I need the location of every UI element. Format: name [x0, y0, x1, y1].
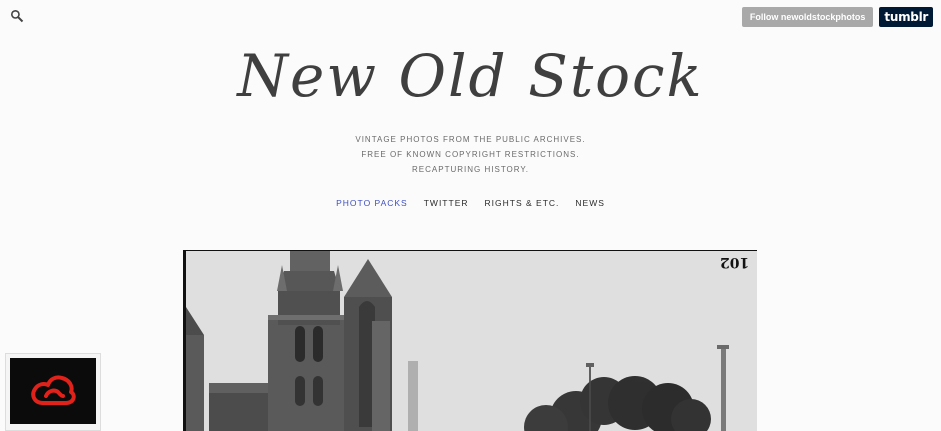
- adobe-creative-cloud-icon: [31, 375, 76, 405]
- tagline-line-3: RECAPTURING HISTORY.: [412, 165, 529, 174]
- nav-news[interactable]: NEWS: [575, 198, 605, 208]
- adobe-ad: [10, 358, 96, 424]
- main-nav: PHOTO PACKS TWITTER RIGHTS & ETC. NEWS: [0, 198, 941, 208]
- photo-number: 102: [719, 254, 749, 270]
- tagline-line-2: FREE OF KNOWN COPYRIGHT RESTRICTIONS.: [361, 150, 580, 159]
- nav-photo-packs[interactable]: PHOTO PACKS: [336, 198, 408, 208]
- nav-rights[interactable]: RIGHTS & ETC.: [485, 198, 560, 208]
- blog-title[interactable]: New Old Stock: [0, 44, 941, 109]
- photo-image: [186, 251, 757, 431]
- top-right-actions: Follow newoldstockphotos tumblr: [741, 7, 933, 27]
- nav-twitter[interactable]: TWITTER: [424, 198, 469, 208]
- search-icon[interactable]: [10, 9, 24, 23]
- tagline-line-1: VINTAGE PHOTOS FROM THE PUBLIC ARCHIVES.: [355, 135, 586, 144]
- ad-card[interactable]: [5, 353, 101, 431]
- featured-photo[interactable]: 102: [183, 250, 757, 431]
- tagline: VINTAGE PHOTOS FROM THE PUBLIC ARCHIVES.…: [0, 132, 941, 177]
- follow-button[interactable]: Follow newoldstockphotos: [741, 7, 874, 27]
- tumblr-button[interactable]: tumblr: [879, 7, 933, 27]
- page: Follow newoldstockphotos tumblr New Old …: [0, 0, 941, 431]
